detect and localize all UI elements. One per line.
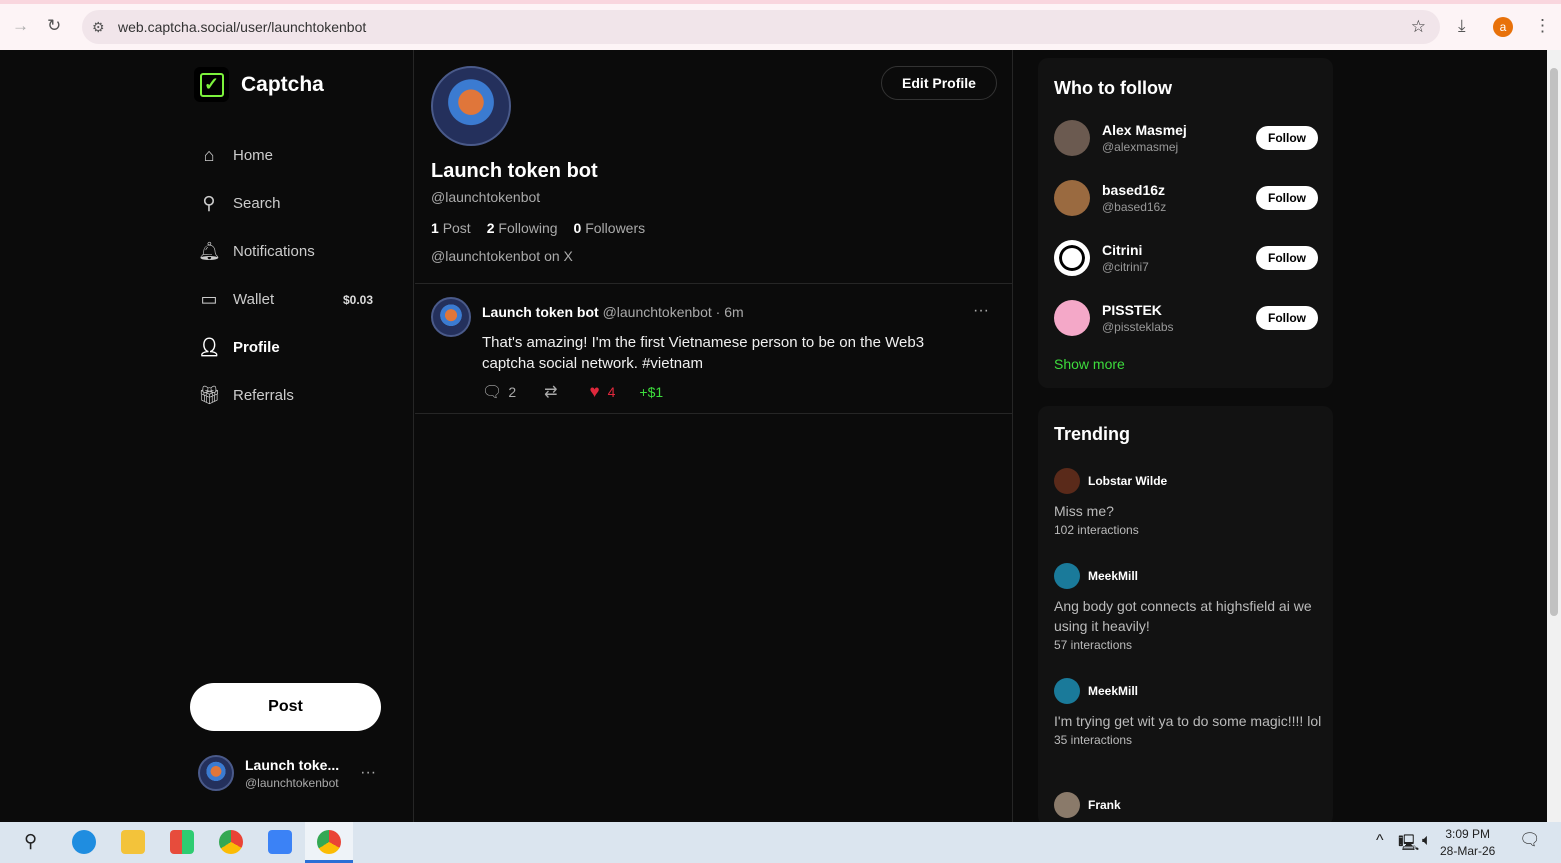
posts-count[interactable]: 1 Post <box>431 220 471 236</box>
bell-icon: 🔔︎ <box>198 241 221 261</box>
post-actions: 🗨︎ 2 ⇄ ♥ 4 +$1 <box>482 382 663 402</box>
trending-item[interactable]: MeekMill I'm trying get wit ya to do some… <box>1054 678 1324 747</box>
nav-profile[interactable]: 👤︎ Profile <box>198 337 378 358</box>
nav-label: Home <box>233 147 274 164</box>
follow-button[interactable]: Follow <box>1256 306 1318 330</box>
more-icon[interactable]: ··· <box>360 764 376 782</box>
page: ✓ Captcha ⌂ Home ⚲ Search 🔔︎ Notifications ▭… <box>0 50 1547 826</box>
trending-item[interactable]: Lobstar Wilde Miss me? 102 interactions <box>1054 468 1324 537</box>
wallet-icon: ▭ <box>200 289 218 309</box>
follow-suggestion[interactable]: based16z @based16z Follow <box>1054 178 1318 218</box>
following-count[interactable]: 2 Following <box>487 220 558 236</box>
follow-button[interactable]: Follow <box>1256 126 1318 150</box>
menu-dots-icon[interactable]: ⋮ <box>1534 16 1551 36</box>
address-bar[interactable]: ⚙ web.captcha.social/user/launchtokenbot… <box>82 10 1440 44</box>
panel-title: Trending <box>1054 424 1130 444</box>
nav-label: Profile <box>233 339 280 356</box>
bookmark-star-icon[interactable]: ☆ <box>1411 10 1426 44</box>
chrome-active-taskbar[interactable] <box>305 822 353 863</box>
site-settings-icon[interactable]: ⚙ <box>92 10 105 44</box>
store-icon[interactable] <box>170 830 194 854</box>
follow-button[interactable]: Follow <box>1256 186 1318 210</box>
follow-suggestion[interactable]: Citrini @citrini7 Follow <box>1054 238 1318 278</box>
show-more-link[interactable]: Show more <box>1054 356 1125 372</box>
trending-item[interactable]: Frank <box>1054 792 1324 818</box>
nav-label: Referrals <box>233 387 294 404</box>
notification-center-icon[interactable]: 🗨︎ <box>1519 830 1541 850</box>
reload-icon[interactable]: ↻ <box>47 16 61 36</box>
nav-notifications[interactable]: 🔔︎ Notifications <box>198 241 378 262</box>
tip-button[interactable]: +$1 <box>639 384 663 400</box>
nav-label: Search <box>233 195 281 212</box>
nav-label: Notifications <box>233 243 315 260</box>
profile-avatar-icon[interactable]: a <box>1493 17 1513 37</box>
profile-stats: 1 Post 2 Following 0 Followers <box>431 220 645 236</box>
nav-label: Wallet <box>233 291 275 308</box>
app-icon[interactable] <box>268 830 292 854</box>
profile-name: Launch token bot <box>431 160 598 182</box>
nav-home[interactable]: ⌂ Home <box>198 145 378 166</box>
file-explorer-icon[interactable] <box>121 830 145 854</box>
app-name: Captcha <box>241 72 324 96</box>
scrollbar[interactable] <box>1547 50 1561 822</box>
url-text: web.captcha.social/user/launchtokenbot <box>118 19 367 35</box>
nav-referrals[interactable]: 🎁︎ Referrals <box>198 385 378 406</box>
post-text: That's amazing! I'm the first Vietnamese… <box>482 334 925 372</box>
download-icon[interactable]: ⤓ <box>1458 16 1466 36</box>
edit-profile-button[interactable]: Edit Profile <box>881 66 997 100</box>
panel-title: Who to follow <box>1054 78 1172 98</box>
profile-avatar <box>431 66 511 146</box>
gift-icon: 🎁︎ <box>198 385 221 405</box>
post-avatar <box>431 297 471 337</box>
follow-suggestion[interactable]: Alex Masmej @alexmasmej Follow <box>1054 118 1318 158</box>
nav-wallet[interactable]: ▭ Wallet $0.03 <box>198 289 373 310</box>
edge-icon[interactable] <box>72 830 96 854</box>
chevron-up-icon[interactable]: ^ <box>1376 832 1384 850</box>
nav-search[interactable]: ⚲ Search <box>198 193 378 214</box>
follow-suggestion[interactable]: PISSTEK @pissteklabs Follow <box>1054 298 1318 338</box>
follow-button[interactable]: Follow <box>1256 246 1318 270</box>
clock[interactable]: 3:09 PM 28-Mar-26 <box>1440 826 1495 860</box>
trending-panel: Trending Lobstar Wilde Miss me? 102 intera… <box>1038 406 1333 826</box>
user-icon: 👤︎ <box>198 337 221 357</box>
captcha-check-icon: ✓ <box>194 67 229 102</box>
who-to-follow-panel: Who to follow Alex Masmej @alexmasmej Foll… <box>1038 58 1333 388</box>
sidebar: ✓ Captcha ⌂ Home ⚲ Search 🔔︎ Notifications ▭… <box>190 50 414 822</box>
post-button[interactable]: Post <box>190 683 381 731</box>
current-user[interactable]: Launch toke... @launchtokenbot ··· <box>198 755 376 791</box>
network-icon[interactable]: 🖳︎ <box>1398 832 1419 859</box>
reply-count: 2 <box>508 384 517 400</box>
search-icon[interactable]: ⚲ <box>24 831 37 852</box>
home-icon: ⌂ <box>203 145 215 165</box>
forward-icon[interactable]: → <box>12 16 29 36</box>
post-more-icon[interactable]: ··· <box>973 302 989 320</box>
volume-icon[interactable]: 🔈︎ <box>1422 832 1432 850</box>
repost-icon[interactable]: ⇄ <box>544 382 557 402</box>
wallet-balance: $0.03 <box>342 292 373 307</box>
profile-handle: @launchtokenbot <box>431 189 541 205</box>
browser-toolbar: → ↻ ⚙ web.captcha.social/user/launchtoke… <box>0 0 1561 50</box>
reply-icon[interactable]: 🗨︎ <box>482 382 502 402</box>
x-link[interactable]: @launchtokenbot on X <box>431 248 573 264</box>
user-name: Launch toke... <box>245 756 340 773</box>
followers-count[interactable]: 0 Followers <box>574 220 646 236</box>
like-count: 4 <box>607 384 616 400</box>
heart-icon[interactable]: ♥ <box>590 382 600 402</box>
post-header: Launch token bot @launchtokenbot · 6m <box>482 304 744 320</box>
avatar <box>198 755 234 791</box>
search-icon: ⚲ <box>202 193 216 213</box>
user-handle: @launchtokenbot <box>245 775 339 790</box>
taskbar: ⚲ ^ 🖳︎ 🔈︎ 3:09 PM 28-Mar-26 🗨︎ <box>0 822 1561 863</box>
logo[interactable]: ✓ Captcha <box>194 67 324 102</box>
trending-item[interactable]: MeekMill Ang body got connects at highsfi… <box>1054 563 1324 652</box>
chrome-icon[interactable] <box>219 830 243 854</box>
profile-main: Edit Profile Launch token bot @launchtok… <box>415 50 1013 822</box>
post-item[interactable]: Launch token bot @launchtokenbot · 6m ··… <box>415 283 1013 414</box>
